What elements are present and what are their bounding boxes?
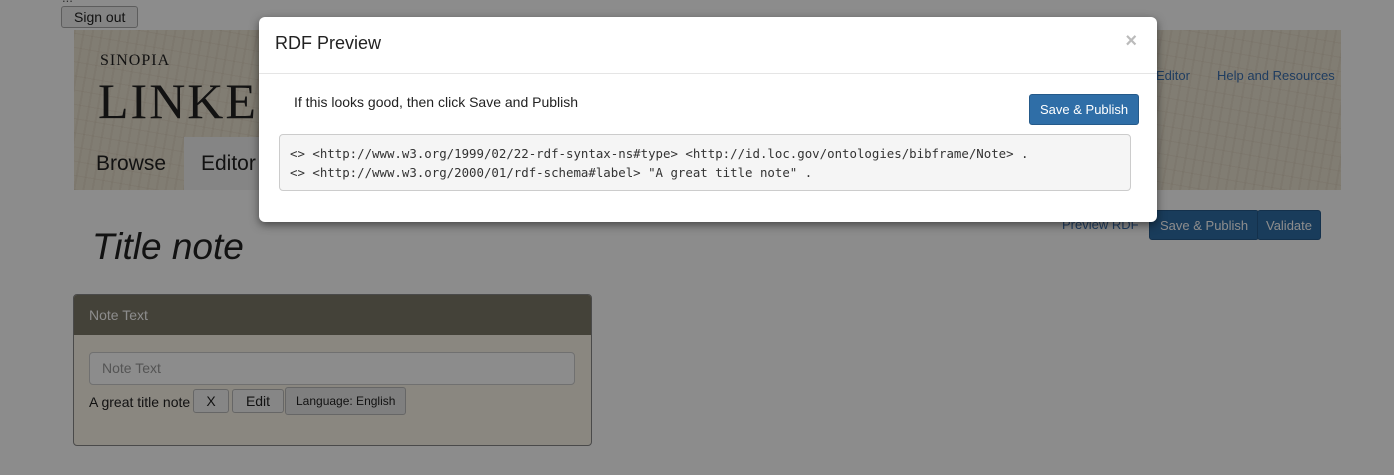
- modal-message: If this looks good, then click Save and …: [294, 94, 579, 110]
- rdf-preview-modal: RDF Preview × If this looks good, then c…: [259, 17, 1157, 222]
- close-icon[interactable]: ×: [1119, 29, 1143, 54]
- modal-save-publish-button[interactable]: Save & Publish: [1029, 94, 1140, 125]
- rdf-line: <> <http://www.w3.org/2000/01/rdf-schema…: [290, 165, 813, 180]
- rdf-line: <> <http://www.w3.org/1999/02/22-rdf-syn…: [290, 146, 1029, 161]
- modal-header: RDF Preview ×: [259, 17, 1157, 74]
- modal-title: RDF Preview: [275, 33, 382, 53]
- rdf-preview-code: <> <http://www.w3.org/1999/02/22-rdf-syn…: [279, 134, 1131, 191]
